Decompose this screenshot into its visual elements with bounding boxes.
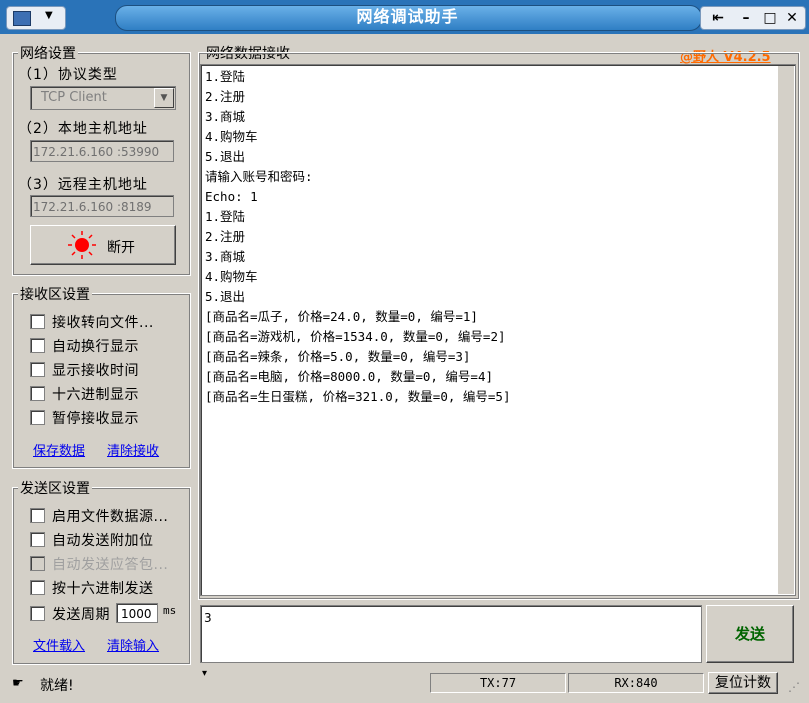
disconnect-button[interactable]: 断开 (30, 225, 176, 265)
system-menu-button[interactable]: ▼ (6, 6, 66, 30)
period-unit: ms (163, 604, 177, 617)
receive-line: 3.商城 (205, 249, 246, 264)
checkbox[interactable] (30, 362, 45, 377)
receive-line: 3.商城 (205, 109, 246, 124)
clear-input-link[interactable]: 清除输入 (107, 635, 159, 654)
option-label: 自动换行显示 (52, 339, 139, 355)
minimize-button[interactable]: – (735, 7, 757, 29)
receive-line: 请输入账号和密码: (205, 169, 313, 184)
option-label: 自动发送应答包... (52, 557, 169, 573)
option-label: 启用文件数据源... (52, 509, 169, 525)
receive-line: Echo: 1 (205, 189, 258, 204)
load-file-link[interactable]: 文件载入 (33, 635, 85, 654)
option-label: 显示接收时间 (52, 363, 139, 379)
window-controls: ⇤ – □ ✕ (700, 6, 806, 30)
status-text: 就绪! (40, 678, 74, 694)
receive-line: 4.购物车 (205, 269, 258, 284)
checkbox (30, 556, 45, 571)
local-address-field[interactable]: 172.21.6.160 :53990 (30, 140, 174, 162)
disconnect-label: 断开 (107, 240, 135, 256)
receive-line: 2.注册 (205, 89, 246, 104)
option-label: 按十六进制发送 (52, 581, 154, 597)
net-settings-legend: 网络设置 (18, 43, 78, 63)
checkbox[interactable] (30, 606, 45, 621)
vertical-scrollbar[interactable] (778, 66, 794, 594)
remote-address-field[interactable]: 172.21.6.160 :8189 (30, 195, 174, 217)
receive-line: [商品名=辣条, 价格=5.0, 数量=0, 编号=3] (205, 349, 471, 364)
checkbox[interactable] (30, 410, 45, 425)
window-title: 网络调试助手 (356, 7, 459, 26)
option-label: 自动发送附加位 (52, 533, 154, 549)
save-data-link[interactable]: 保存数据 (33, 440, 85, 459)
send-button[interactable]: 发送 (706, 605, 794, 663)
option-label: 发送周期 (52, 607, 110, 623)
pin-icon[interactable]: ⇤ (705, 7, 731, 29)
recv-settings-legend: 接收区设置 (18, 284, 92, 304)
send-settings-legend: 发送区设置 (18, 478, 92, 498)
checkbox[interactable] (30, 532, 45, 547)
option-label: 十六进制显示 (52, 387, 139, 403)
local-address-label: （2）本地主机地址 (18, 121, 148, 137)
option-label: 暂停接收显示 (52, 411, 139, 427)
receive-line: 5.退出 (205, 149, 246, 164)
remote-address-label: （3）远程主机地址 (18, 177, 148, 193)
dropdown-arrow-icon: ▼ (45, 10, 53, 21)
receive-line: [商品名=电脑, 价格=8000.0, 数量=0, 编号=4] (205, 369, 494, 384)
receive-line: 2.注册 (205, 229, 246, 244)
chevron-down-icon[interactable]: ▼ (154, 88, 174, 108)
network-icon (13, 11, 31, 26)
checkbox[interactable] (30, 338, 45, 353)
receive-lines: 1.登陆 2.注册 3.商城 4.购物车 5.退出 请输入账号和密码: Echo: 1 1.登… (205, 67, 765, 407)
receive-textarea[interactable]: 1.登陆 2.注册 3.商城 4.购物车 5.退出 请输入账号和密码: Echo: 1 1.登… (200, 64, 796, 596)
receive-line: [商品名=游戏机, 价格=1534.0, 数量=0, 编号=2] (205, 329, 506, 344)
protocol-label: （1）协议类型 (18, 67, 118, 83)
receive-line: 4.购物车 (205, 129, 258, 144)
send-period-input[interactable]: 1000 (116, 603, 158, 623)
hand-pointer-icon: ☛ (12, 676, 24, 691)
caret-down-icon: ▾ (202, 668, 208, 679)
receive-line: 1.登陆 (205, 69, 246, 84)
checkbox[interactable] (30, 386, 45, 401)
checkbox[interactable] (30, 508, 45, 523)
clear-receive-link[interactable]: 清除接收 (107, 440, 159, 459)
tx-counter: TX:77 (430, 673, 566, 693)
close-button[interactable]: ✕ (781, 7, 803, 29)
checkbox[interactable] (30, 314, 45, 329)
protocol-select[interactable]: TCP Client ▼ (30, 86, 176, 110)
send-input-value: 3 (204, 611, 212, 625)
status-light-icon (68, 231, 96, 259)
receive-line: [商品名=瓜子, 价格=24.0, 数量=0, 编号=1] (205, 309, 478, 324)
receive-line: 5.退出 (205, 289, 246, 304)
rx-counter: RX:840 (568, 673, 704, 693)
resize-grip-icon[interactable]: ⋰ (788, 680, 800, 694)
send-input[interactable]: 3 (200, 605, 702, 663)
protocol-value: TCP Client (41, 90, 107, 105)
checkbox[interactable] (30, 580, 45, 595)
receive-line: [商品名=生日蛋糕, 价格=321.0, 数量=0, 编号=5] (205, 389, 511, 404)
maximize-button[interactable]: □ (759, 7, 781, 29)
reset-count-button[interactable]: 复位计数 (708, 672, 778, 694)
receive-line: 1.登陆 (205, 209, 246, 224)
option-label: 接收转向文件... (52, 315, 154, 331)
